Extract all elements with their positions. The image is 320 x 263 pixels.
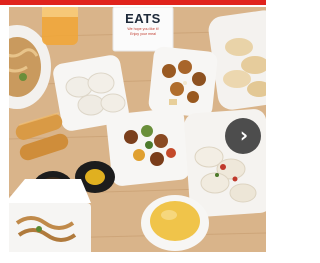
- image-carousel: EATS We hope you like it! Enjoy your mea…: [0, 0, 266, 263]
- left-margin: [0, 5, 9, 252]
- sign-subtitle-1: We hope you like it!: [127, 27, 158, 31]
- carousel-next-button[interactable]: ›: [225, 118, 261, 154]
- sign-subtitle-2: Enjoy your meal: [130, 32, 156, 36]
- chevron-right-icon: ›: [239, 123, 249, 147]
- sign-title: EATS: [125, 11, 161, 26]
- bottom-margin: [0, 252, 266, 263]
- top-accent-bar: [0, 0, 266, 5]
